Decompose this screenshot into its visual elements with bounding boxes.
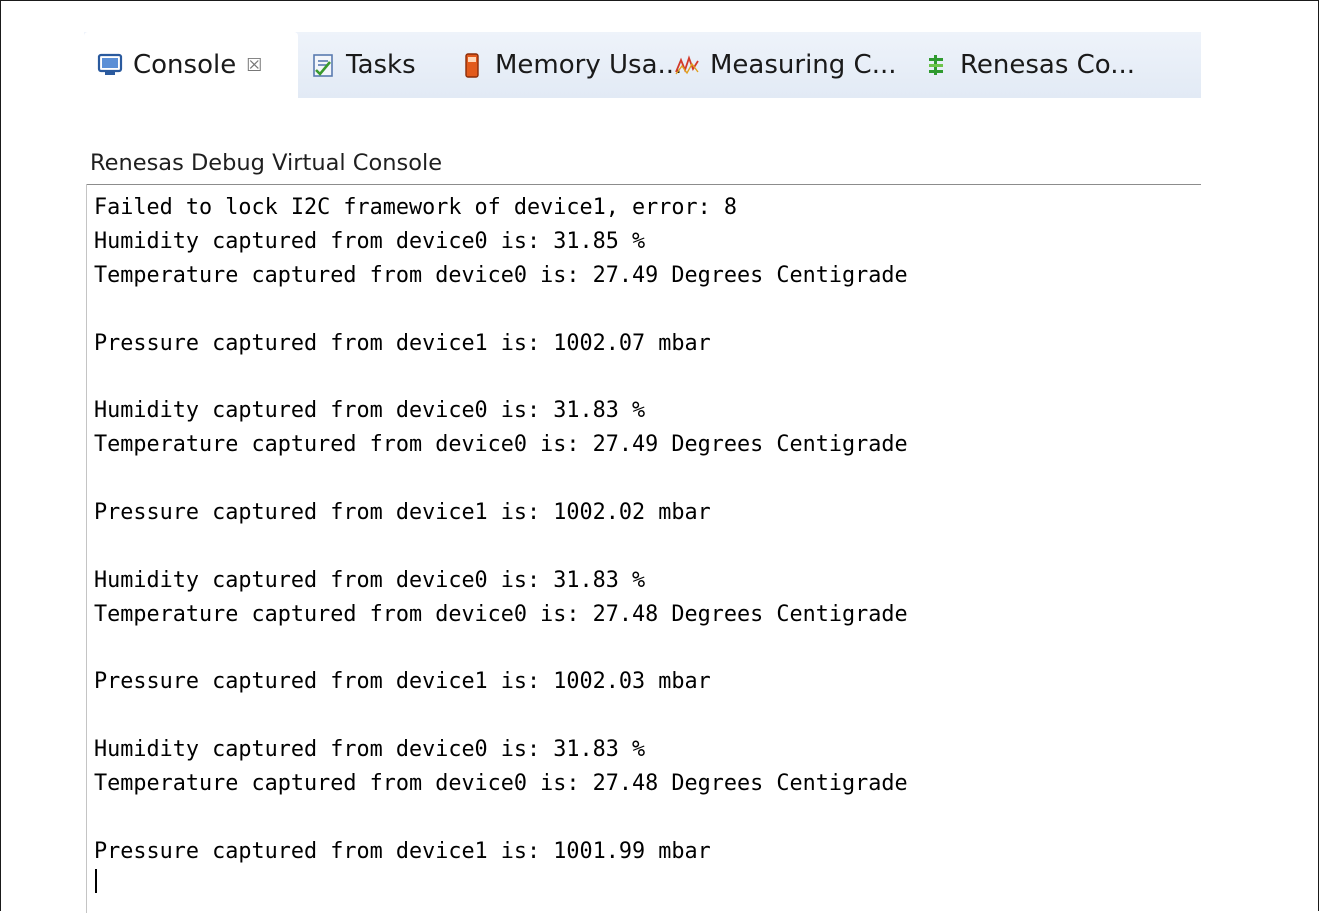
console-line: Pressure captured from device1 is: 1002.… xyxy=(94,330,711,356)
tab-label: Tasks xyxy=(346,50,416,80)
tab-label: Console xyxy=(133,50,237,80)
console-line: Humidity captured from device0 is: 31.83… xyxy=(94,567,646,593)
console-line: Humidity captured from device0 is: 31.83… xyxy=(94,737,646,763)
renesas-icon xyxy=(929,55,943,75)
tab-console[interactable]: Console ☒ xyxy=(84,32,298,98)
title-divider xyxy=(87,184,1201,185)
console-icon xyxy=(97,53,123,75)
tab-label: Renesas Co... xyxy=(960,50,1136,80)
console-title: Renesas Debug Virtual Console xyxy=(90,150,443,176)
tab-label: Memory Usa... xyxy=(495,50,683,80)
window-frame: Console ☒ Tasks Memory Usa... Measuring … xyxy=(0,0,1319,913)
memory-usage-icon xyxy=(465,53,479,78)
console-line: Humidity captured from device0 is: 31.85… xyxy=(94,228,646,254)
console-line: Pressure captured from device1 is: 1002.… xyxy=(94,669,711,695)
text-caret xyxy=(95,869,97,893)
console-line: Pressure captured from device1 is: 1001.… xyxy=(94,838,711,864)
measuring-icon xyxy=(675,55,699,75)
console-line: Failed to lock I2C framework of device1,… xyxy=(94,195,738,220)
tab-label: Measuring C... xyxy=(710,50,897,80)
tab-measuring[interactable]: Measuring C... xyxy=(674,32,897,98)
tab-memory-usage[interactable]: Memory Usa... xyxy=(459,32,682,98)
close-tab-icon[interactable]: ☒ xyxy=(246,55,262,76)
tab-renesas[interactable]: Renesas Co... xyxy=(924,32,1135,98)
console-line: Pressure captured from device1 is: 1002.… xyxy=(94,500,711,526)
tab-tasks[interactable]: Tasks xyxy=(310,32,416,98)
view-tab-bar: Console ☒ Tasks Memory Usa... Measuring … xyxy=(84,32,1201,98)
console-line: Temperature captured from device0 is: 27… xyxy=(94,262,908,288)
console-line: Temperature captured from device0 is: 27… xyxy=(94,432,908,458)
tasks-icon xyxy=(313,54,333,77)
console-output[interactable]: Failed to lock I2C framework of device1,… xyxy=(94,191,1194,869)
console-line: Humidity captured from device0 is: 31.83… xyxy=(94,398,646,424)
console-line: Temperature captured from device0 is: 27… xyxy=(94,601,908,627)
console-line: Temperature captured from device0 is: 27… xyxy=(94,771,908,797)
console-left-border xyxy=(86,184,87,913)
